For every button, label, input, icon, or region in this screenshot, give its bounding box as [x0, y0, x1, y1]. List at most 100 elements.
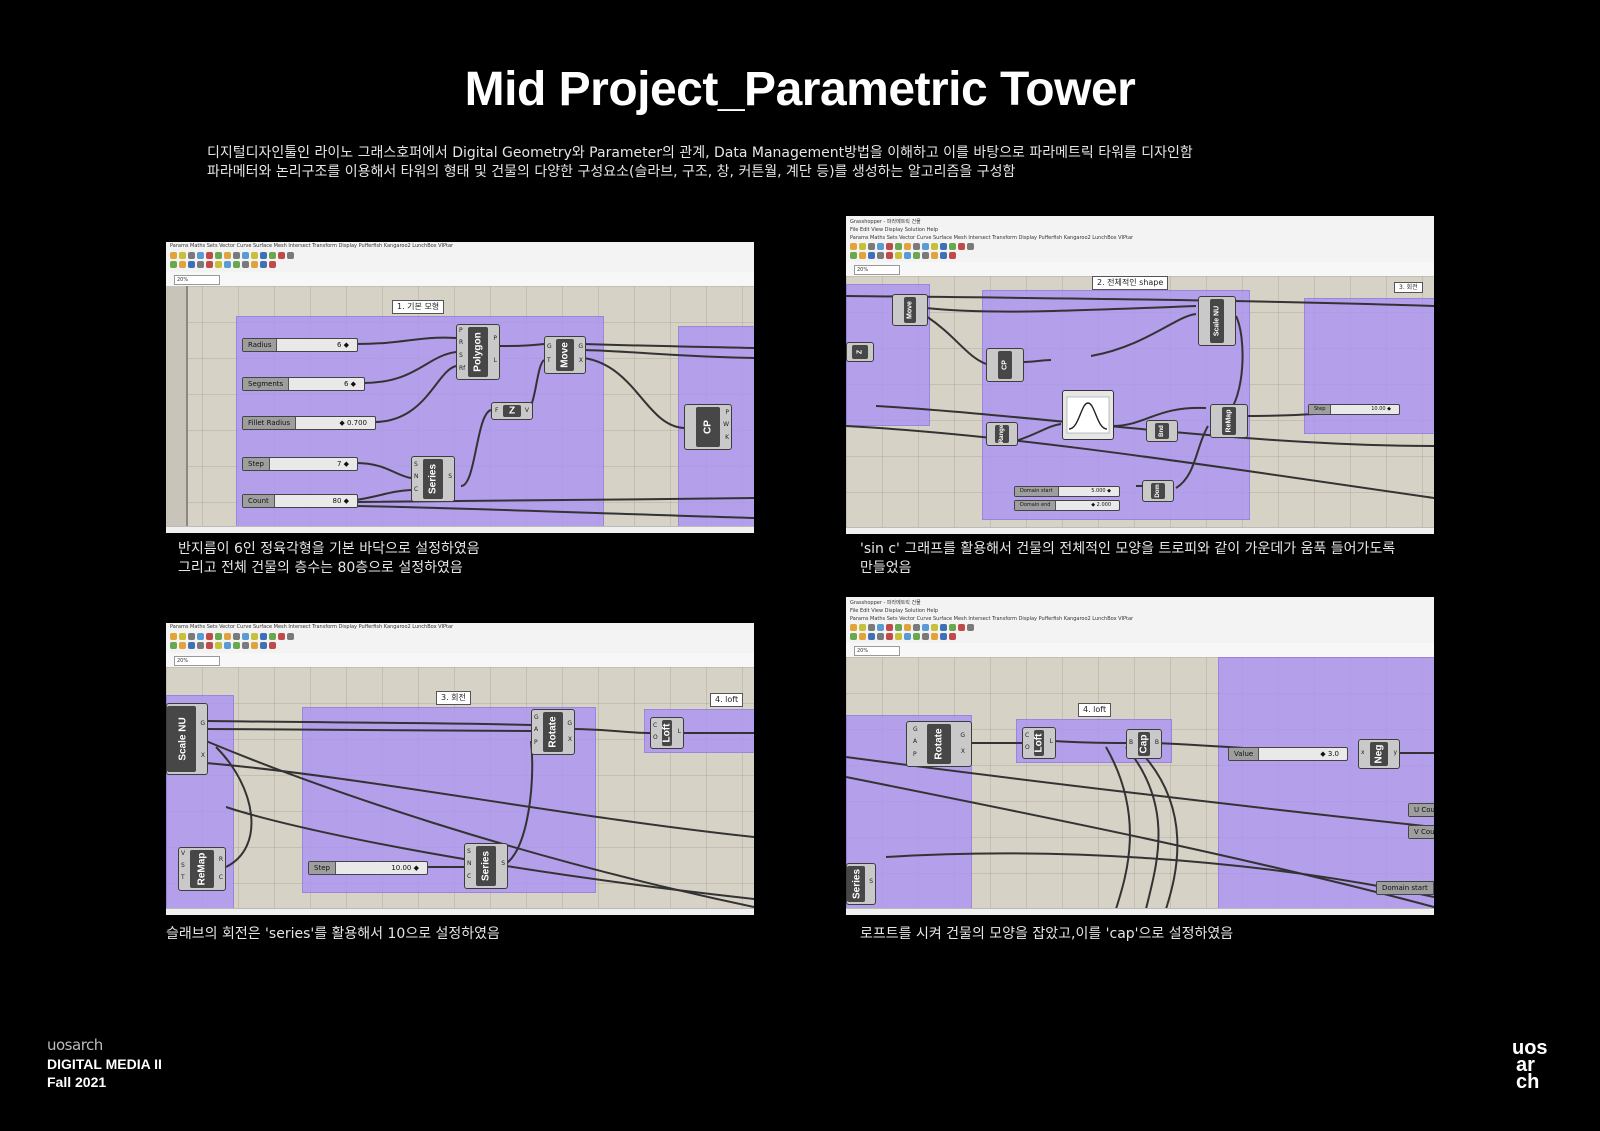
gh-title-bar: Grasshopper - 파라메트릭 건물 [850, 600, 921, 606]
gh-file-menu: File Edit View Display Solution Help [850, 227, 939, 233]
slider-value: 10.00 ◆ [391, 864, 419, 872]
slider-domain-start[interactable]: Domain start 5.000 ◆ [1014, 486, 1120, 497]
bounds-component[interactable]: Bnd [1146, 420, 1178, 442]
slider-label: Domain start [1015, 487, 1059, 496]
slider-label: Step [243, 458, 270, 470]
slider-value-text: ◆ 3.0 [1320, 750, 1339, 758]
gh-menu-bar: Params Maths Sets Vector Curve Surface M… [850, 616, 1134, 622]
gh-status-bar [166, 526, 754, 533]
domain-component[interactable]: Dom [1142, 480, 1174, 502]
slider-fillet-radius[interactable]: Fillet Radius ◆ 0.700 [242, 416, 376, 430]
slider-value: 7 ◆ [336, 460, 349, 468]
slider-step[interactable]: Step 7 ◆ [242, 457, 358, 471]
group-label: 1. 기본 모형 [392, 300, 445, 314]
loft-component[interactable]: Loft C O L [650, 717, 684, 749]
loft-component[interactable]: Loft C O L [1022, 727, 1056, 759]
brand-logo: uos ar ch [1512, 1037, 1548, 1093]
slider-radius[interactable]: Radius 6 ◆ [242, 338, 358, 352]
range-component[interactable]: Range [986, 422, 1018, 446]
zoom-field[interactable]: 20% [174, 656, 220, 666]
move-component[interactable]: Move G T G X [544, 336, 586, 374]
gh-menu-bar: Params Maths Sets Vector Curve Surface M… [170, 243, 454, 249]
screenshot-1: Params Maths Sets Vector Curve Surface M… [166, 242, 754, 533]
group-label: 3. 회전 [436, 691, 471, 705]
slider-value: 10.00 ◆ [1371, 406, 1391, 412]
cp-component[interactable]: CP P W K [684, 404, 732, 450]
slider-label: Step [1309, 405, 1332, 414]
slider-value[interactable]: Value ◆ 3.0 [1228, 747, 1348, 761]
cp-component[interactable]: CP [986, 348, 1024, 382]
slider-segments[interactable]: Segments 6 ◆ [242, 377, 365, 391]
slider-label: Fillet Radius [243, 417, 297, 429]
gh-canvas: 1. 기본 모형 Radius 6 ◆ Segments 6 ◆ Fillet Ra… [166, 286, 754, 533]
series-component[interactable]: Series S [846, 863, 876, 905]
slider-step[interactable]: Step 10.00 ◆ [308, 861, 428, 875]
intro-line-2: 파라메터와 논리구조를 이용해서 타워의 형태 및 건물의 다양한 구성요소(슬… [207, 164, 1016, 180]
gh-menu-bar: Params Maths Sets Vector Curve Surface M… [850, 235, 1134, 241]
scale-nu-component[interactable]: Scale NU [1198, 296, 1236, 346]
caption-2-line-2: 만들었음 [860, 560, 912, 576]
gh-zoom-bar: 20% [166, 272, 754, 287]
polygon-component[interactable]: Polygon P R S Rf P L [456, 324, 500, 380]
course-name: DIGITAL MEDIA II [47, 1056, 162, 1072]
gh-ribbon: Grasshopper - 파라메트릭 건물 File Edit View Di… [846, 216, 1434, 263]
caption-1-line-2: 그리고 전체 건물의 층수는 80층으로 설정하였음 [178, 560, 463, 576]
gh-status-bar [166, 908, 754, 915]
scale-nu-component[interactable]: Scale NU G X [166, 703, 208, 775]
group-label-loft: 4. loft [710, 693, 744, 707]
gh-file-menu: File Edit View Display Solution Help [850, 608, 939, 614]
v-count-input[interactable]: V Cou [1408, 825, 1434, 839]
gh-title-bar: Grasshopper - 파라메트릭 건물 [850, 219, 921, 225]
move-component[interactable]: Move [892, 294, 928, 326]
series-component[interactable]: Series S N C S [411, 456, 455, 502]
slider-label: Radius [243, 339, 278, 351]
page-title: Mid Project_Parametric Tower [464, 63, 1136, 116]
group-label-small: 3. 회전 [1394, 282, 1423, 293]
graph-mapper[interactable] [1062, 390, 1114, 440]
slider-step[interactable]: Step 10.00 ◆ [1308, 404, 1400, 415]
gh-status-bar [846, 527, 1434, 534]
slider-value: ◆ 2.000 [1091, 502, 1111, 508]
slider-label: Value [1229, 748, 1260, 760]
remap-component[interactable]: ReMap [1210, 404, 1248, 438]
domain-start-input[interactable]: Domain start [1376, 881, 1434, 895]
cap-component[interactable]: Cap B B [1126, 729, 1162, 759]
group-label: 4. loft [1078, 703, 1112, 717]
caption-3: 슬래브의 회전은 'series'를 활용해서 10으로 설정하였음 [166, 926, 500, 942]
slider-domain-end[interactable]: Domain end ◆ 2.000 [1014, 500, 1120, 511]
slider-value: 80 ◆ [332, 497, 349, 505]
caption-1-line-1: 반지름이 6인 정육각형을 기본 바닥으로 설정하였음 [178, 541, 480, 557]
footer-logo: uosarch [47, 1036, 103, 1054]
course-term: Fall 2021 [47, 1074, 107, 1090]
slider-value: 6 ◆ [343, 380, 356, 388]
gh-toolbar [170, 252, 294, 259]
group-label: 2. 전체적인 shape [1092, 276, 1169, 290]
series-component[interactable]: Series S N C S [464, 843, 508, 889]
rotate-component[interactable]: Rotate G A P G X [906, 721, 972, 767]
negative-component[interactable]: Neg x y [1358, 739, 1400, 769]
unit-z-component[interactable]: ZFV [491, 402, 533, 420]
caption-4: 로프트를 시켜 건물의 모양을 잡았고,이를 'cap'으로 설정하였음 [860, 926, 1234, 942]
screenshot-3: Params Maths Sets Vector Curve Surface M… [166, 623, 754, 915]
intro-line-1: 디지털디자인툴인 라이노 그래스호퍼에서 Digital Geometry와 P… [207, 145, 1193, 161]
slider-label: Segments [243, 378, 290, 390]
slider-label: Count [243, 495, 275, 507]
slider-count[interactable]: Count 80 ◆ [242, 494, 358, 508]
slider-label: Domain end [1015, 501, 1057, 510]
gh-menu-bar: Params Maths Sets Vector Curve Surface M… [170, 624, 454, 630]
u-count-input[interactable]: U Cou [1408, 803, 1434, 817]
slider-label: Step [309, 862, 336, 874]
slider-value: ◆ 0.700 [339, 419, 367, 427]
remap-component[interactable]: ReMap V S T R C [178, 847, 226, 891]
zoom-field[interactable]: 20% [854, 646, 900, 656]
unit-z-component[interactable]: Z [846, 342, 874, 362]
gh-status-bar [846, 908, 1434, 915]
zoom-field[interactable]: 20% [174, 275, 220, 285]
caption-2-line-1: 'sin c' 그래프를 활용해서 건물의 전체적인 모양을 트로피와 같이 가… [860, 541, 1396, 557]
screenshot-4: Grasshopper - 파라메트릭 건물 File Edit View Di… [846, 597, 1434, 915]
gh-ribbon: Params Maths Sets Vector Curve Surface M… [166, 242, 754, 273]
screenshot-2: Grasshopper - 파라메트릭 건물 File Edit View Di… [846, 216, 1434, 534]
zoom-field[interactable]: 20% [854, 265, 900, 275]
slider-value: 5.000 ◆ [1091, 488, 1111, 494]
rotate-component[interactable]: Rotate G A P G X [531, 709, 575, 755]
